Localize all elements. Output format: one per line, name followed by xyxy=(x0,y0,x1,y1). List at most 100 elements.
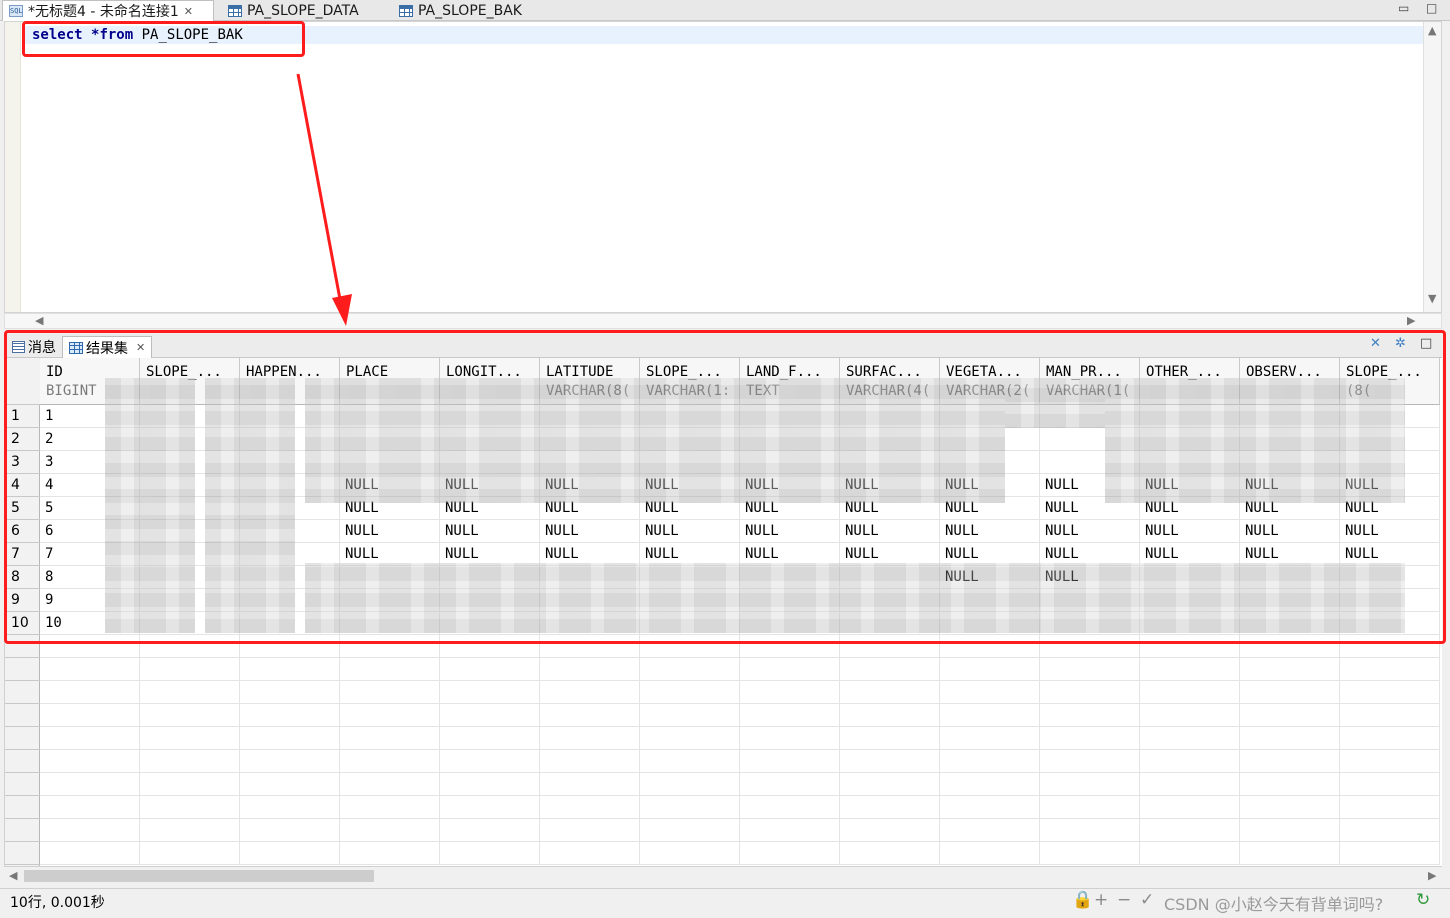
table-cell[interactable] xyxy=(840,842,940,865)
table-cell[interactable] xyxy=(1240,727,1340,750)
delete-row-icon[interactable]: − xyxy=(1117,890,1131,910)
lock-icon[interactable]: 🔒 xyxy=(1072,890,1093,910)
table-cell[interactable] xyxy=(540,681,640,704)
table-cell[interactable] xyxy=(1240,750,1340,773)
table-cell[interactable] xyxy=(440,727,540,750)
table-cell[interactable] xyxy=(240,727,340,750)
table-cell[interactable] xyxy=(640,727,740,750)
table-cell[interactable] xyxy=(440,658,540,681)
editor-horizontal-scrollbar[interactable]: ◀ ▶ xyxy=(4,313,1442,329)
table-cell[interactable] xyxy=(40,681,140,704)
table-cell[interactable] xyxy=(1140,658,1240,681)
apply-icon[interactable]: ✓ xyxy=(1140,890,1154,910)
table-cell[interactable] xyxy=(1140,727,1240,750)
tab-pa-slope-data[interactable]: PA_SLOPE_DATA xyxy=(222,0,365,21)
table-cell[interactable] xyxy=(40,727,140,750)
table-cell[interactable] xyxy=(940,704,1040,727)
table-cell[interactable] xyxy=(640,773,740,796)
table-cell[interactable] xyxy=(440,842,540,865)
table-cell[interactable] xyxy=(840,681,940,704)
table-cell[interactable] xyxy=(1340,658,1440,681)
table-cell[interactable] xyxy=(1240,773,1340,796)
table-cell[interactable] xyxy=(940,842,1040,865)
table-cell[interactable] xyxy=(740,773,840,796)
row-number[interactable] xyxy=(5,796,40,819)
scroll-down-icon[interactable]: ▼ xyxy=(1428,292,1436,305)
table-cell[interactable] xyxy=(840,819,940,842)
table-cell[interactable] xyxy=(640,796,740,819)
table-cell[interactable] xyxy=(440,796,540,819)
table-cell[interactable] xyxy=(40,796,140,819)
table-cell[interactable] xyxy=(340,681,440,704)
table-cell[interactable] xyxy=(140,773,240,796)
table-cell[interactable] xyxy=(240,842,340,865)
table-cell[interactable] xyxy=(40,819,140,842)
table-cell[interactable] xyxy=(1340,681,1440,704)
table-cell[interactable] xyxy=(540,727,640,750)
table-cell[interactable] xyxy=(740,796,840,819)
table-cell[interactable] xyxy=(140,819,240,842)
table-cell[interactable] xyxy=(940,681,1040,704)
sql-editor[interactable]: select *from PA_SLOPE_BAK ▲ ▼ xyxy=(4,21,1442,313)
table-cell[interactable] xyxy=(640,819,740,842)
table-cell[interactable] xyxy=(1340,773,1440,796)
scroll-right-icon[interactable]: ▶ xyxy=(1407,314,1415,327)
table-cell[interactable] xyxy=(840,796,940,819)
editor-vertical-scrollbar[interactable]: ▲ ▼ xyxy=(1423,22,1441,312)
table-cell[interactable] xyxy=(1340,704,1440,727)
table-cell[interactable] xyxy=(940,819,1040,842)
table-cell[interactable] xyxy=(740,658,840,681)
table-cell[interactable] xyxy=(840,750,940,773)
table-cell[interactable] xyxy=(340,819,440,842)
table-cell[interactable] xyxy=(840,658,940,681)
row-number[interactable] xyxy=(5,658,40,681)
table-cell[interactable] xyxy=(1040,658,1140,681)
table-cell[interactable] xyxy=(40,773,140,796)
table-cell[interactable] xyxy=(1240,796,1340,819)
table-cell[interactable] xyxy=(840,727,940,750)
table-cell[interactable] xyxy=(1340,819,1440,842)
row-number[interactable] xyxy=(5,842,40,865)
table-cell[interactable] xyxy=(640,658,740,681)
table-cell[interactable] xyxy=(440,704,540,727)
table-cell[interactable] xyxy=(940,773,1040,796)
table-cell[interactable] xyxy=(240,681,340,704)
table-cell[interactable] xyxy=(1240,658,1340,681)
scroll-left-icon[interactable]: ◀ xyxy=(35,314,43,327)
table-cell[interactable] xyxy=(640,681,740,704)
table-cell[interactable] xyxy=(940,658,1040,681)
row-number[interactable] xyxy=(5,773,40,796)
table-cell[interactable] xyxy=(1340,796,1440,819)
table-cell[interactable] xyxy=(340,727,440,750)
table-cell[interactable] xyxy=(740,681,840,704)
table-cell[interactable] xyxy=(740,750,840,773)
table-cell[interactable] xyxy=(1340,842,1440,865)
table-cell[interactable] xyxy=(1240,704,1340,727)
table-cell[interactable] xyxy=(1240,819,1340,842)
table-cell[interactable] xyxy=(340,704,440,727)
table-cell[interactable] xyxy=(640,842,740,865)
table-cell[interactable] xyxy=(740,842,840,865)
table-cell[interactable] xyxy=(1340,750,1440,773)
row-number[interactable] xyxy=(5,727,40,750)
table-cell[interactable] xyxy=(240,819,340,842)
table-cell[interactable] xyxy=(140,727,240,750)
table-cell[interactable] xyxy=(140,704,240,727)
table-cell[interactable] xyxy=(240,704,340,727)
table-cell[interactable] xyxy=(1140,842,1240,865)
scroll-right-icon[interactable]: ▶ xyxy=(1428,869,1436,882)
table-cell[interactable] xyxy=(440,750,540,773)
table-cell[interactable] xyxy=(1240,842,1340,865)
close-icon[interactable]: ✕ xyxy=(184,5,193,18)
table-cell[interactable] xyxy=(1140,681,1240,704)
table-cell[interactable] xyxy=(1040,704,1140,727)
table-cell[interactable] xyxy=(240,796,340,819)
table-cell[interactable] xyxy=(1140,819,1240,842)
table-cell[interactable] xyxy=(540,750,640,773)
grid-horizontal-scrollbar[interactable]: ◀ ▶ xyxy=(4,866,1442,884)
table-cell[interactable] xyxy=(940,727,1040,750)
table-cell[interactable] xyxy=(140,842,240,865)
table-cell[interactable] xyxy=(1140,773,1240,796)
table-cell[interactable] xyxy=(1040,681,1140,704)
table-cell[interactable] xyxy=(740,704,840,727)
